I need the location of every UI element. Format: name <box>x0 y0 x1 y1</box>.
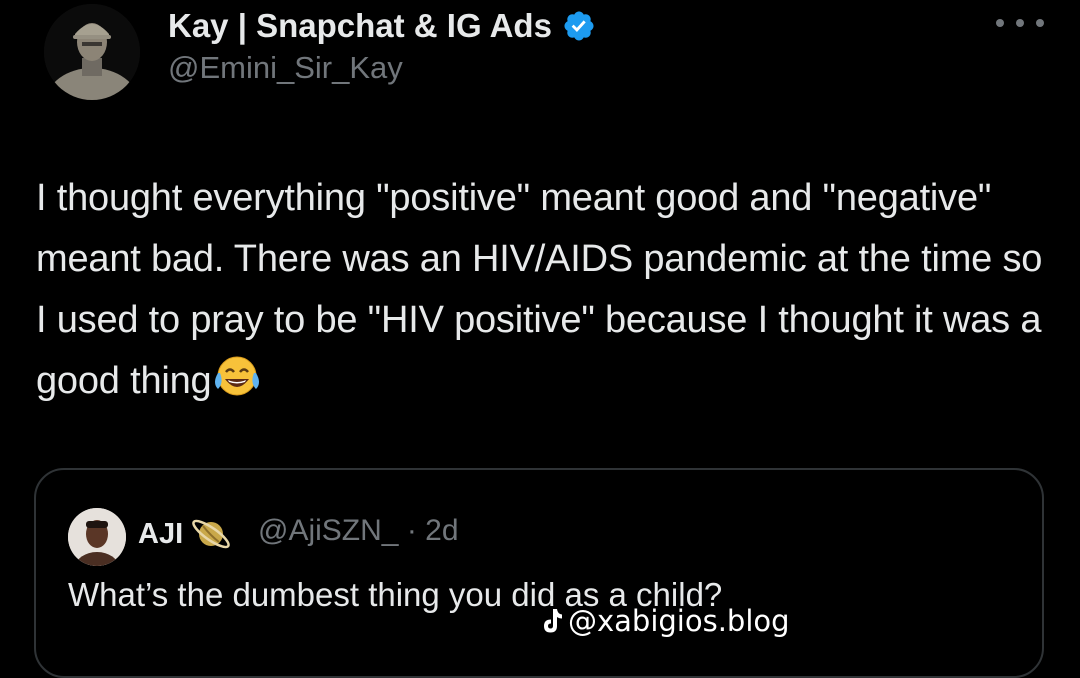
quoted-author-avatar[interactable] <box>68 508 126 566</box>
avatar-photo-icon <box>44 4 140 100</box>
tiktok-icon <box>544 609 562 633</box>
quoted-author-name[interactable]: AJI <box>138 514 233 554</box>
author-handle[interactable]: @Emini_Sir_Kay <box>168 50 403 86</box>
quoted-tweet[interactable]: AJI @AjiSZN_ · 2d What’s the dumbest thi… <box>34 468 1044 678</box>
verified-badge-icon <box>564 11 594 41</box>
quoted-name-text: AJI <box>138 517 184 550</box>
watermark: @xabigios.blog <box>540 604 790 638</box>
avatar-photo-icon <box>68 508 126 566</box>
dot <box>1016 19 1024 27</box>
author-name-text: Kay | Snapchat & IG Ads <box>168 7 552 44</box>
more-options-icon[interactable] <box>996 10 1044 36</box>
watermark-text: @xabigios.blog <box>568 604 790 638</box>
dot <box>1036 19 1044 27</box>
face-with-tears-of-joy-icon <box>214 356 259 396</box>
quoted-handle-and-time[interactable]: @AjiSZN_ · 2d <box>258 514 459 548</box>
author-display-name[interactable]: Kay | Snapchat & IG Ads <box>168 4 596 48</box>
tweet: Kay | Snapchat & IG Ads @Emini_Sir_Kay I… <box>0 0 1080 678</box>
author-avatar[interactable] <box>44 4 140 100</box>
tweet-text: I thought everything "positive" meant go… <box>36 168 1046 412</box>
dot <box>996 19 1004 27</box>
tweet-body: I thought everything "positive" meant go… <box>36 177 1053 402</box>
ringed-planet-icon <box>192 519 230 549</box>
